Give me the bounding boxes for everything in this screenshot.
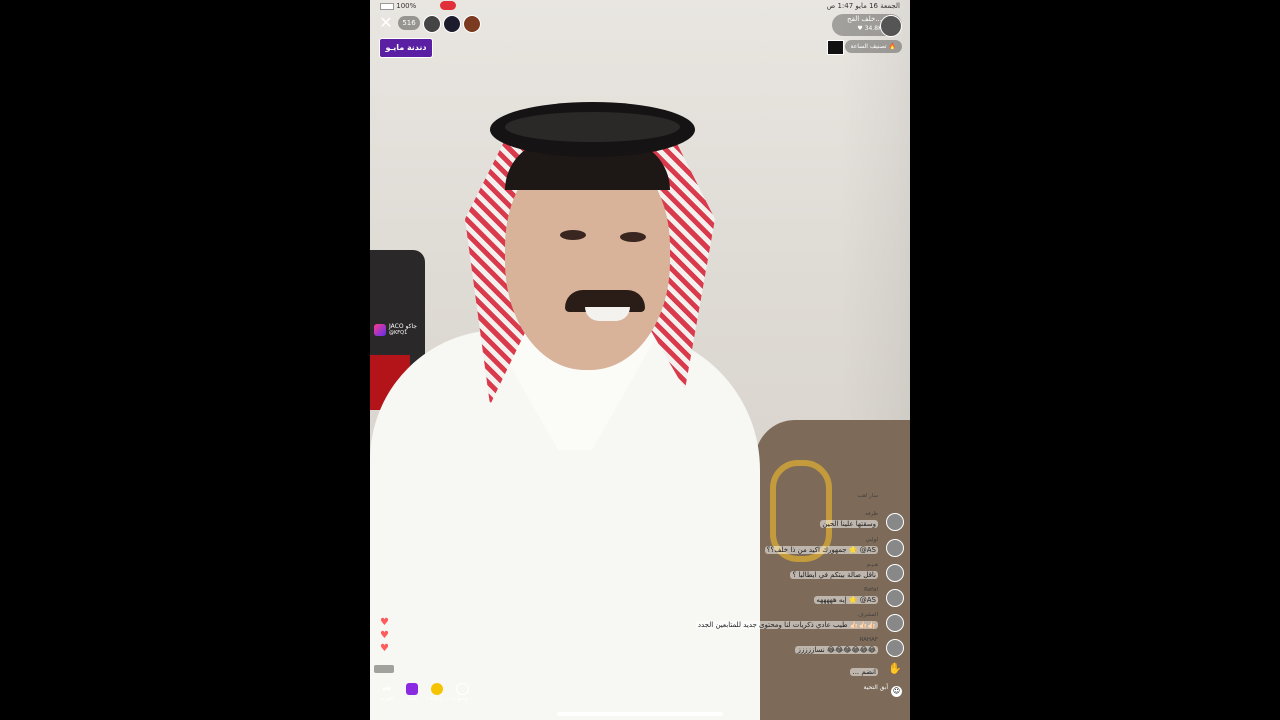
create-button[interactable]: وضع ته... <box>449 683 475 702</box>
comment-avatar[interactable] <box>886 639 904 657</box>
comment-text: جمهورك اكيد من ذا خلف؟؟ 🌟 @AS <box>764 546 878 554</box>
comment-text: نساززززز 😂😂😂😂😂😂 <box>795 646 878 654</box>
viewer-avatar[interactable] <box>443 15 461 33</box>
jaco-name: JACO جاكو <box>389 323 417 330</box>
record-indicator-icon <box>440 1 456 10</box>
viewer-avatar[interactable] <box>423 15 441 33</box>
rank-logo-icon[interactable] <box>827 40 844 55</box>
comment-user: لولبي <box>865 537 878 543</box>
hearts-animation: ♥ ♥ ♥ <box>380 617 389 654</box>
streamer-agal-inner <box>505 112 680 142</box>
comment-avatar[interactable] <box>886 614 904 632</box>
gift-button[interactable]: هدية <box>399 683 425 702</box>
home-indicator[interactable] <box>557 712 723 716</box>
comment-avatar[interactable] <box>886 513 904 531</box>
live-stream-screen: 100% الجمعة 16 مايو 1:47 ص ✕ 516 خلف الف… <box>370 0 910 720</box>
emoji-icon[interactable]: ☺ <box>891 686 902 697</box>
comment-input[interactable]: أبق التحية <box>828 684 888 698</box>
battery-level: 100% <box>396 2 417 10</box>
comment-user: سار اهب <box>857 493 878 499</box>
battery-icon <box>380 2 394 10</box>
viewer-avatar[interactable] <box>463 15 481 33</box>
streamer-eye <box>560 230 586 240</box>
status-bar: 100% الجمعة 16 مايو 1:47 ص <box>370 0 910 12</box>
wave-hand-icon[interactable]: ✋ <box>888 662 902 675</box>
comment-avatar[interactable] <box>886 539 904 557</box>
comment-user: هـيـم <box>866 562 878 568</box>
comment-text: ناقل صالة بيتكم في ايطاليا ؟ <box>790 571 878 579</box>
streamer-mouth <box>585 307 630 321</box>
wall <box>840 0 910 430</box>
share-label: المزيد <box>380 696 394 702</box>
comment-text: إيه هههههه 🌟 @AS <box>814 596 878 604</box>
comment-user: Rafal <box>864 587 878 593</box>
chat-icon <box>455 683 469 695</box>
create-label: وضع ته... <box>451 696 473 702</box>
rewind-button[interactable]: إعادة ا... <box>424 683 450 702</box>
host-name[interactable]: خلف الفح... <box>847 15 882 23</box>
ranking-button[interactable]: تصنيف الساعة 🔥 <box>844 40 902 53</box>
status-time: 1:47 ص <box>826 2 854 10</box>
status-left: 100% <box>380 2 416 10</box>
host-likes: ♥ 34.8K <box>857 25 882 32</box>
fire-icon: 🔥 <box>888 43 896 50</box>
comment-avatar[interactable] <box>886 589 904 607</box>
status-right: الجمعة 16 مايو 1:47 ص <box>827 2 900 10</box>
comment-text: طيب عادي ذكريات لنا ومحتوى جديد للمتابعي… <box>695 621 878 629</box>
close-icon[interactable]: ✕ <box>377 14 395 32</box>
share-icon: ➦ <box>382 682 392 695</box>
comment-avatar[interactable] <box>886 564 904 582</box>
gift-label: هدية <box>406 696 418 702</box>
comment-text: وسقتها علينا الحين <box>820 520 878 528</box>
streamer-eye <box>620 232 646 242</box>
comment-user: ظرفه <box>865 511 878 517</box>
share-button[interactable]: ➦ المزيد <box>374 682 400 703</box>
jaco-handle: @KFQ1 <box>389 330 408 336</box>
jaco-logo-icon <box>374 324 386 336</box>
jaco-watermark: JACO جاكو @KFQ1 <box>374 323 420 337</box>
comment-user: المشرف <box>857 612 878 618</box>
ranking-label: تصنيف الساعة <box>850 43 887 50</box>
rewind-label: إعادة ا... <box>426 696 448 702</box>
comment-user: RAHAF <box>859 637 878 643</box>
viewer-count[interactable]: 516 <box>398 16 420 30</box>
host-avatar[interactable] <box>880 15 902 37</box>
coin-icon <box>431 683 443 695</box>
gift-icon <box>406 683 418 695</box>
live-tag <box>374 665 394 673</box>
comment-text: ... انضم <box>850 668 878 676</box>
event-badge[interactable]: دندنة مايـو <box>379 38 433 58</box>
status-date: الجمعة 16 مايو <box>855 2 900 10</box>
